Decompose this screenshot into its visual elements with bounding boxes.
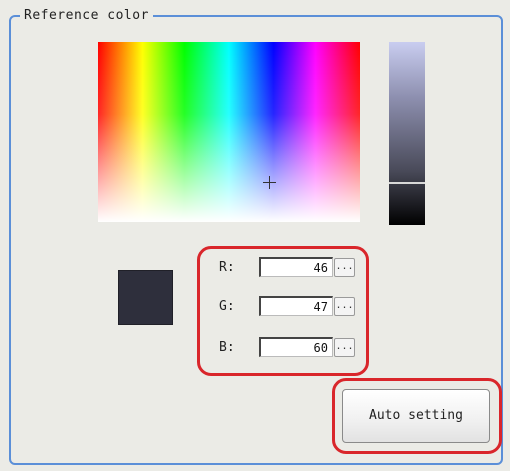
auto-setting-button[interactable]: Auto setting [342,389,490,443]
b-more-button[interactable]: ... [334,338,355,357]
r-value-input[interactable] [259,257,333,277]
luminance-slider-handle[interactable] [389,182,425,184]
reference-color-panel: Reference color R: ... G: ... B: ... Aut… [0,0,510,471]
b-value-input[interactable] [259,337,333,357]
group-title: Reference color [20,8,153,23]
r-more-button[interactable]: ... [334,258,355,277]
color-preview-swatch [118,270,173,325]
r-label: R: [219,260,235,275]
color-gradient-picker[interactable] [98,42,360,222]
g-value-input[interactable] [259,296,333,316]
picker-crosshair-icon[interactable] [263,176,276,189]
g-more-button[interactable]: ... [334,297,355,316]
g-label: G: [219,299,235,314]
b-label: B: [219,340,235,355]
luminance-slider[interactable] [389,42,425,225]
